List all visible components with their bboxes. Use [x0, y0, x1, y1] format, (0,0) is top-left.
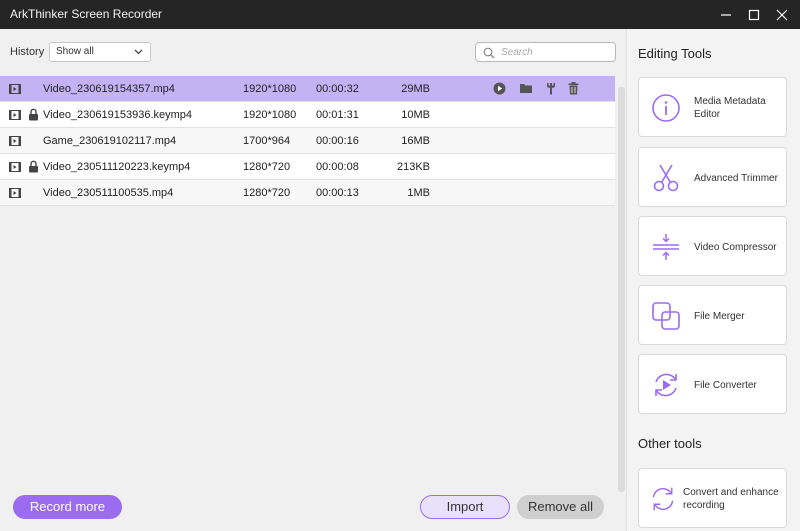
recording-resolution: 1920*1080 [243, 109, 297, 121]
recording-resolution: 1700*964 [243, 135, 291, 147]
info-icon [652, 94, 680, 122]
close-icon [776, 9, 788, 21]
recording-name: Video_230619154357.mp4 [43, 83, 175, 95]
chevron-down-icon [134, 49, 143, 55]
recording-size: 213KB [396, 161, 430, 173]
video-file-icon [9, 188, 21, 201]
tool-label: Video Compressor [694, 241, 777, 253]
search-icon [483, 47, 495, 59]
scrollbar-thumb[interactable] [618, 87, 625, 492]
enhance-icon [652, 487, 674, 511]
compress-icon [653, 234, 679, 260]
minimize-icon [721, 14, 731, 16]
recording-row[interactable]: Video_230619153936.keymp4 1920*1080 00:01:… [0, 102, 615, 128]
editing-tools-title: Editing Tools [638, 46, 712, 61]
tool-media-metadata-editor[interactable]: Media Metadata Editor [638, 77, 787, 137]
record-more-button[interactable]: Record more [13, 495, 122, 519]
recording-size: 1MB [407, 187, 430, 199]
recording-name: Video_230511120223.keymp4 [43, 161, 191, 173]
tool-label: File Merger [694, 310, 745, 322]
tool-file-merger[interactable]: File Merger [638, 285, 787, 345]
search-box[interactable] [475, 42, 616, 62]
tool-file-converter[interactable]: File Converter [638, 354, 787, 414]
lock-icon [28, 108, 39, 124]
maximize-button[interactable] [739, 0, 769, 29]
folder-icon[interactable] [519, 82, 533, 97]
scissors-icon [653, 164, 679, 192]
search-input[interactable] [501, 45, 609, 59]
tool-label: Advanced Trimmer [694, 172, 778, 184]
tool-convert-and-enhance[interactable]: Convert and enhance recording [638, 468, 787, 528]
tools-panel: Editing Tools Media Metadata Editor Adva… [626, 29, 800, 531]
wrench-icon[interactable] [545, 82, 557, 98]
video-file-icon [9, 136, 21, 149]
history-panel: History Show all Video_230619154357.mp4 1… [0, 29, 626, 531]
history-filter-value: Show all [56, 46, 94, 57]
other-tools-title: Other tools [638, 436, 702, 451]
import-button[interactable]: Import [420, 495, 510, 519]
recording-resolution: 1280*720 [243, 161, 291, 173]
recording-name: Video_230619153936.keymp4 [43, 109, 193, 121]
video-file-icon [9, 162, 21, 175]
recordings-list: Video_230619154357.mp4 1920*1080 00:00:32 2… [0, 76, 615, 206]
recording-size: 10MB [401, 109, 430, 121]
title-bar: ArkThinker Screen Recorder [0, 0, 800, 29]
recording-resolution: 1920*1080 [243, 83, 297, 95]
recording-resolution: 1280*720 [243, 187, 291, 199]
tool-label: Convert and enhance recording [683, 487, 779, 511]
close-button[interactable] [767, 0, 797, 29]
history-label: History [10, 46, 45, 58]
recording-row[interactable]: Video_230619154357.mp4 1920*1080 00:00:32 2… [0, 76, 615, 102]
app-title: ArkThinker Screen Recorder [10, 7, 163, 21]
remove-all-button[interactable]: Remove all [517, 495, 604, 519]
history-filter-select[interactable]: Show all [49, 42, 151, 62]
tool-advanced-trimmer[interactable]: Advanced Trimmer [638, 147, 787, 207]
play-icon[interactable] [493, 82, 506, 98]
minimize-button[interactable] [711, 0, 741, 29]
video-file-icon [9, 110, 21, 123]
lock-icon [28, 160, 39, 176]
recording-size: 16MB [401, 135, 430, 147]
tool-label: Media Metadata Editor [694, 96, 766, 120]
recording-name: Video_230511100535.mp4 [43, 187, 174, 199]
video-file-icon [9, 84, 21, 97]
trash-icon[interactable] [568, 82, 579, 98]
recording-size: 29MB [401, 83, 430, 95]
maximize-icon [748, 9, 760, 21]
tool-video-compressor[interactable]: Video Compressor [638, 216, 787, 276]
recording-row[interactable]: Video_230511100535.mp4 1280*720 00:00:13 1M… [0, 180, 615, 206]
recording-name: Game_230619102117.mp4 [43, 135, 177, 147]
merge-icon [652, 302, 680, 330]
recording-row[interactable]: Video_230511120223.keymp4 1280*720 00:00:0… [0, 154, 615, 180]
tool-label: File Converter [694, 379, 757, 391]
convert-icon [655, 373, 677, 397]
recording-row[interactable]: Game_230619102117.mp4 1700*964 00:00:16 16M… [0, 128, 615, 154]
